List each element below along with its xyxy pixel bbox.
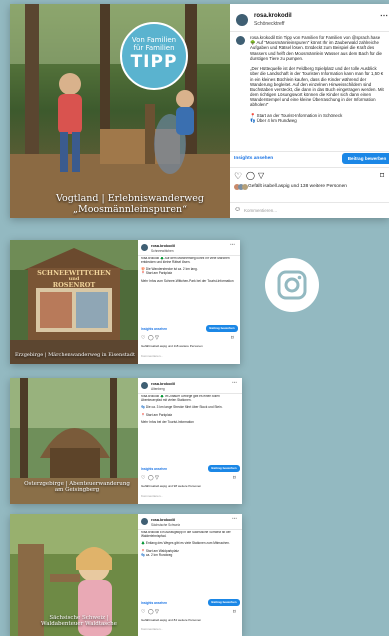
instagram-icon: [265, 258, 319, 312]
more-options-icon[interactable]: ⋯: [380, 11, 388, 20]
caption-avatar: [236, 36, 245, 45]
like-icon[interactable]: ♡: [234, 171, 242, 182]
avatar[interactable]: [236, 14, 248, 26]
caption-line2: „Moosmännleinspuren“: [73, 203, 187, 215]
more-options-icon[interactable]: ⋯: [232, 380, 237, 386]
promote-post-button[interactable]: Beitrag bewerben: [208, 599, 240, 606]
avatar[interactable]: [141, 244, 148, 251]
bookmark-icon[interactable]: ⌑: [380, 171, 384, 180]
sticker-line3: TIPP: [130, 52, 178, 72]
post-location[interactable]: Altenberg: [151, 387, 165, 391]
share-icon[interactable]: ▽: [258, 171, 264, 180]
post-location[interactable]: Sächsische Schweiz: [151, 523, 180, 527]
post-caption-text: rosa.krokodil 🌲 Auf dem Märchenweg könnt…: [141, 257, 234, 283]
likes-text[interactable]: Gefällt isabell.aspig und 84 weitere Per…: [141, 618, 201, 622]
action-bar: ♡ ◯ ▽ ⌑: [141, 609, 239, 615]
instagram-glyph: [277, 270, 307, 300]
post-caption-text: rosa.krokodil Ein Tipp von Familien für …: [250, 35, 384, 123]
comment-icon[interactable]: ◯: [148, 335, 154, 341]
avatar[interactable]: [141, 518, 148, 525]
bookmark-icon[interactable]: ⌑: [233, 609, 236, 615]
comment-input[interactable]: Kommentieren...: [141, 354, 163, 358]
view-insights-link[interactable]: Insights ansehen: [141, 601, 167, 605]
post-username[interactable]: rosa.krokodil: [151, 518, 175, 522]
post-pane-3: rosa.krokodil Altenberg ⋯ rosa.krokodil …: [138, 378, 242, 504]
post-card-4: Sächsische Schweiz | Waldabenteuer Waldt…: [10, 514, 242, 636]
like-icon[interactable]: ♡: [141, 609, 145, 615]
likes-text[interactable]: Gefällt isabell.aspig und 138 weitere Pe…: [248, 184, 347, 189]
more-options-icon[interactable]: ⋯: [232, 516, 237, 522]
sticker-line1: Von Familien: [131, 36, 177, 44]
promote-post-button[interactable]: Beitrag bewerben: [208, 465, 240, 472]
divider: [138, 529, 242, 530]
comment-icon[interactable]: ◯: [148, 609, 154, 615]
post-caption-text: rosa.krokodil Ein Ausflugstipp in die Sä…: [141, 531, 231, 557]
bookmark-icon[interactable]: ⌑: [231, 335, 234, 341]
photo-caption-4: Sächsische Schweiz | Waldabenteuer Waldt…: [20, 615, 138, 627]
post-card-1: Von Familien für Familien TIPP Vogtland …: [10, 4, 389, 218]
caption-line2: am Geisingberg: [54, 487, 100, 494]
tip-sticker: Von Familien für Familien TIPP: [120, 22, 188, 90]
promote-post-button[interactable]: Beitrag bewerben: [342, 153, 389, 164]
view-insights-link[interactable]: Insights ansehen: [141, 467, 167, 471]
like-icon[interactable]: ♡: [141, 335, 145, 341]
like-icon[interactable]: ♡: [141, 475, 145, 481]
view-insights-link[interactable]: Insights ansehen: [234, 156, 273, 161]
sticker-line2: für Familien: [133, 44, 175, 52]
fairytale-sign-image: [10, 240, 138, 364]
promote-post-button[interactable]: Beitrag bewerben: [206, 325, 238, 332]
post-card-2: SCHNEEWITTCHEN und ROSENROT Erzgebirge |…: [10, 240, 240, 364]
post-pane-4: rosa.krokodil Sächsische Schweiz ⋯ rosa.…: [138, 514, 242, 636]
share-icon[interactable]: ▽: [155, 475, 159, 481]
bookmark-icon[interactable]: ⌑: [233, 475, 236, 481]
comment-icon[interactable]: ◯: [148, 475, 154, 481]
more-options-icon[interactable]: ⋯: [230, 242, 235, 248]
comment-input[interactable]: Kommentieren...: [141, 494, 163, 498]
divider: [230, 31, 389, 32]
divider: [230, 202, 389, 203]
divider: [230, 167, 389, 168]
post-photo-1[interactable]: [10, 4, 230, 218]
action-bar: ♡ ◯ ▽ ⌑: [234, 171, 389, 181]
post-username[interactable]: rosa.krokodil: [151, 382, 175, 386]
photo-caption-2: Erzgebirge | Märchenwanderweg in Eisenst…: [15, 352, 135, 358]
post-card-3: Osterzgebirge | Abenteuerwanderung am Ge…: [10, 378, 242, 504]
likes-text[interactable]: Gefällt isabell.aspig und 118 weitere Pe…: [141, 344, 203, 348]
action-bar: ♡ ◯ ▽ ⌑: [141, 475, 239, 481]
likes-text[interactable]: Gefällt isabell.aspig und 98 weitere Per…: [141, 484, 201, 488]
divider: [138, 255, 240, 256]
post-location[interactable]: Schönecktreff: [254, 21, 284, 27]
sign-text: SCHNEEWITTCHEN und ROSENROT: [32, 270, 116, 289]
emoji-icon[interactable]: ☺: [234, 206, 241, 213]
post-photo-2[interactable]: [10, 240, 138, 364]
post-location[interactable]: Schneewittchen: [151, 249, 174, 253]
comment-input[interactable]: Kommentieren...: [244, 208, 277, 213]
divider: [138, 393, 242, 394]
post-pane-1: rosa.krokodil Schönecktreff ⋯ rosa.kroko…: [230, 4, 389, 218]
comment-icon[interactable]: ◯: [246, 171, 255, 180]
share-icon[interactable]: ▽: [155, 609, 159, 615]
post-username[interactable]: rosa.krokodil: [151, 244, 175, 248]
post-pane-2: rosa.krokodil Schneewittchen ⋯ rosa.krok…: [138, 240, 240, 364]
photo-caption-1: Vogtland | Erlebniswanderweg „Moosmännle…: [30, 193, 230, 216]
comment-input[interactable]: Kommentieren...: [141, 627, 163, 631]
avatar[interactable]: [141, 382, 148, 389]
share-icon[interactable]: ▽: [155, 335, 159, 341]
forest-playground-image: [10, 4, 230, 218]
view-insights-link[interactable]: Insights ansehen: [141, 327, 167, 331]
post-caption-text: rosa.krokodil 🌲 Im Zittauer Gebirge gibt…: [141, 395, 223, 425]
action-bar: ♡ ◯ ▽ ⌑: [141, 335, 237, 341]
sign-line3: ROSENROT: [52, 281, 96, 290]
divider: [230, 151, 389, 152]
post-username[interactable]: rosa.krokodil: [254, 13, 292, 19]
caption-line2: Waldabenteuer Waldtasche: [41, 621, 117, 628]
photo-caption-3: Osterzgebirge | Abenteuerwanderung am Ge…: [18, 481, 136, 493]
